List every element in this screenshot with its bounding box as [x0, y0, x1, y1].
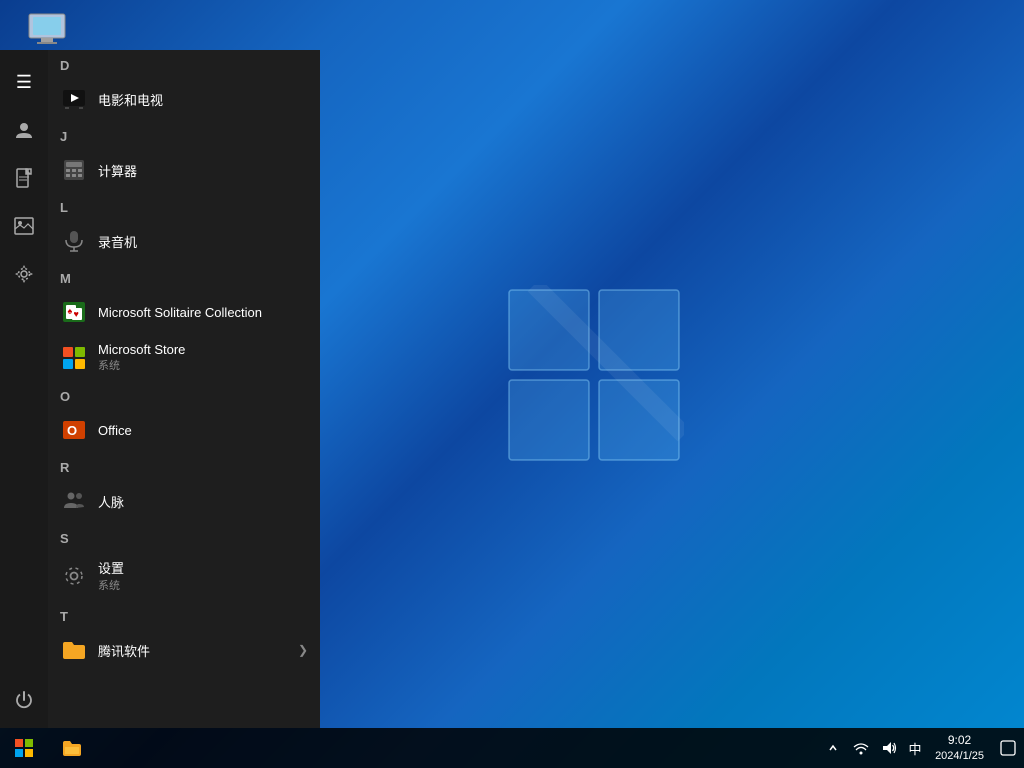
- sidebar-item-settings[interactable]: [0, 250, 48, 298]
- settings-label: 设置: [98, 558, 124, 577]
- app-ms-store[interactable]: Microsoft Store 系统: [48, 334, 320, 381]
- section-l: L: [48, 192, 320, 219]
- section-j: J: [48, 121, 320, 148]
- tray-network[interactable]: [847, 728, 875, 768]
- taskbar-right: 中 9:02 2024/1/25: [819, 728, 1024, 768]
- ms-store-icon: [60, 344, 88, 372]
- section-o: O: [48, 381, 320, 408]
- taskbar: 中 9:02 2024/1/25: [0, 728, 1024, 768]
- movies-tv-icon: [60, 85, 88, 113]
- svg-text:♥: ♥: [74, 309, 79, 319]
- ms-store-sub: 系统: [98, 357, 185, 373]
- calculator-icon: [60, 156, 88, 184]
- clock-time: 9:02: [948, 732, 971, 749]
- notification-button[interactable]: [992, 728, 1024, 768]
- sidebar-item-user[interactable]: [0, 106, 48, 154]
- this-pc-img: [27, 12, 67, 48]
- section-t: T: [48, 601, 320, 628]
- people-label: 人脉: [98, 492, 124, 511]
- app-recorder[interactable]: 录音机: [48, 219, 320, 263]
- people-icon: [60, 487, 88, 515]
- solitaire-label: Microsoft Solitaire Collection: [98, 305, 262, 320]
- svg-text:O: O: [67, 423, 77, 438]
- settings-app-icon: [60, 562, 88, 590]
- ms-store-label: Microsoft Store: [98, 342, 185, 357]
- windows-logo: [504, 285, 684, 465]
- folder-tencent[interactable]: 腾讯软件 ❯: [48, 628, 320, 672]
- app-calculator[interactable]: 计算器: [48, 148, 320, 192]
- tray-chevron[interactable]: [819, 728, 847, 768]
- section-s: S: [48, 523, 320, 550]
- section-m: M: [48, 263, 320, 290]
- folder-tencent-icon: [60, 636, 88, 664]
- movies-tv-label: 电影和电视: [98, 90, 163, 109]
- recorder-icon: [60, 227, 88, 255]
- app-movies-tv[interactable]: 电影和电视: [48, 77, 320, 121]
- tray-ime[interactable]: 中: [903, 728, 927, 768]
- sidebar-item-document[interactable]: [0, 154, 48, 202]
- folder-tencent-label: 腾讯软件: [98, 641, 150, 660]
- sidebar-item-power[interactable]: [0, 676, 48, 724]
- solitaire-icon: ♠ ♥: [60, 298, 88, 326]
- office-label: Office: [98, 423, 132, 438]
- app-people[interactable]: 人脉: [48, 479, 320, 523]
- calculator-label: 计算器: [98, 161, 137, 180]
- tray-volume[interactable]: [875, 728, 903, 768]
- svg-text:♠: ♠: [68, 306, 73, 316]
- folder-arrow-icon: ❯: [298, 643, 308, 657]
- clock[interactable]: 9:02 2024/1/25: [927, 728, 992, 768]
- recorder-label: 录音机: [98, 232, 137, 251]
- section-d: D: [48, 50, 320, 77]
- sidebar: ☰: [0, 50, 48, 728]
- sidebar-item-photos[interactable]: [0, 202, 48, 250]
- app-solitaire[interactable]: ♠ ♥ Microsoft Solitaire Collection: [48, 290, 320, 334]
- app-list: D 电影和电视 J: [48, 50, 320, 728]
- office-icon: O: [60, 416, 88, 444]
- desktop: 此电脑 ☰: [0, 0, 1024, 768]
- hamburger-button[interactable]: ☰: [0, 58, 48, 106]
- clock-date: 2024/1/25: [935, 749, 984, 764]
- taskbar-file-explorer[interactable]: [48, 728, 96, 768]
- app-settings[interactable]: 设置 系统: [48, 550, 320, 601]
- app-office[interactable]: O Office: [48, 408, 320, 452]
- start-button[interactable]: [0, 728, 48, 768]
- settings-sub: 系统: [98, 577, 124, 593]
- section-r: R: [48, 452, 320, 479]
- start-menu: ☰: [0, 50, 320, 728]
